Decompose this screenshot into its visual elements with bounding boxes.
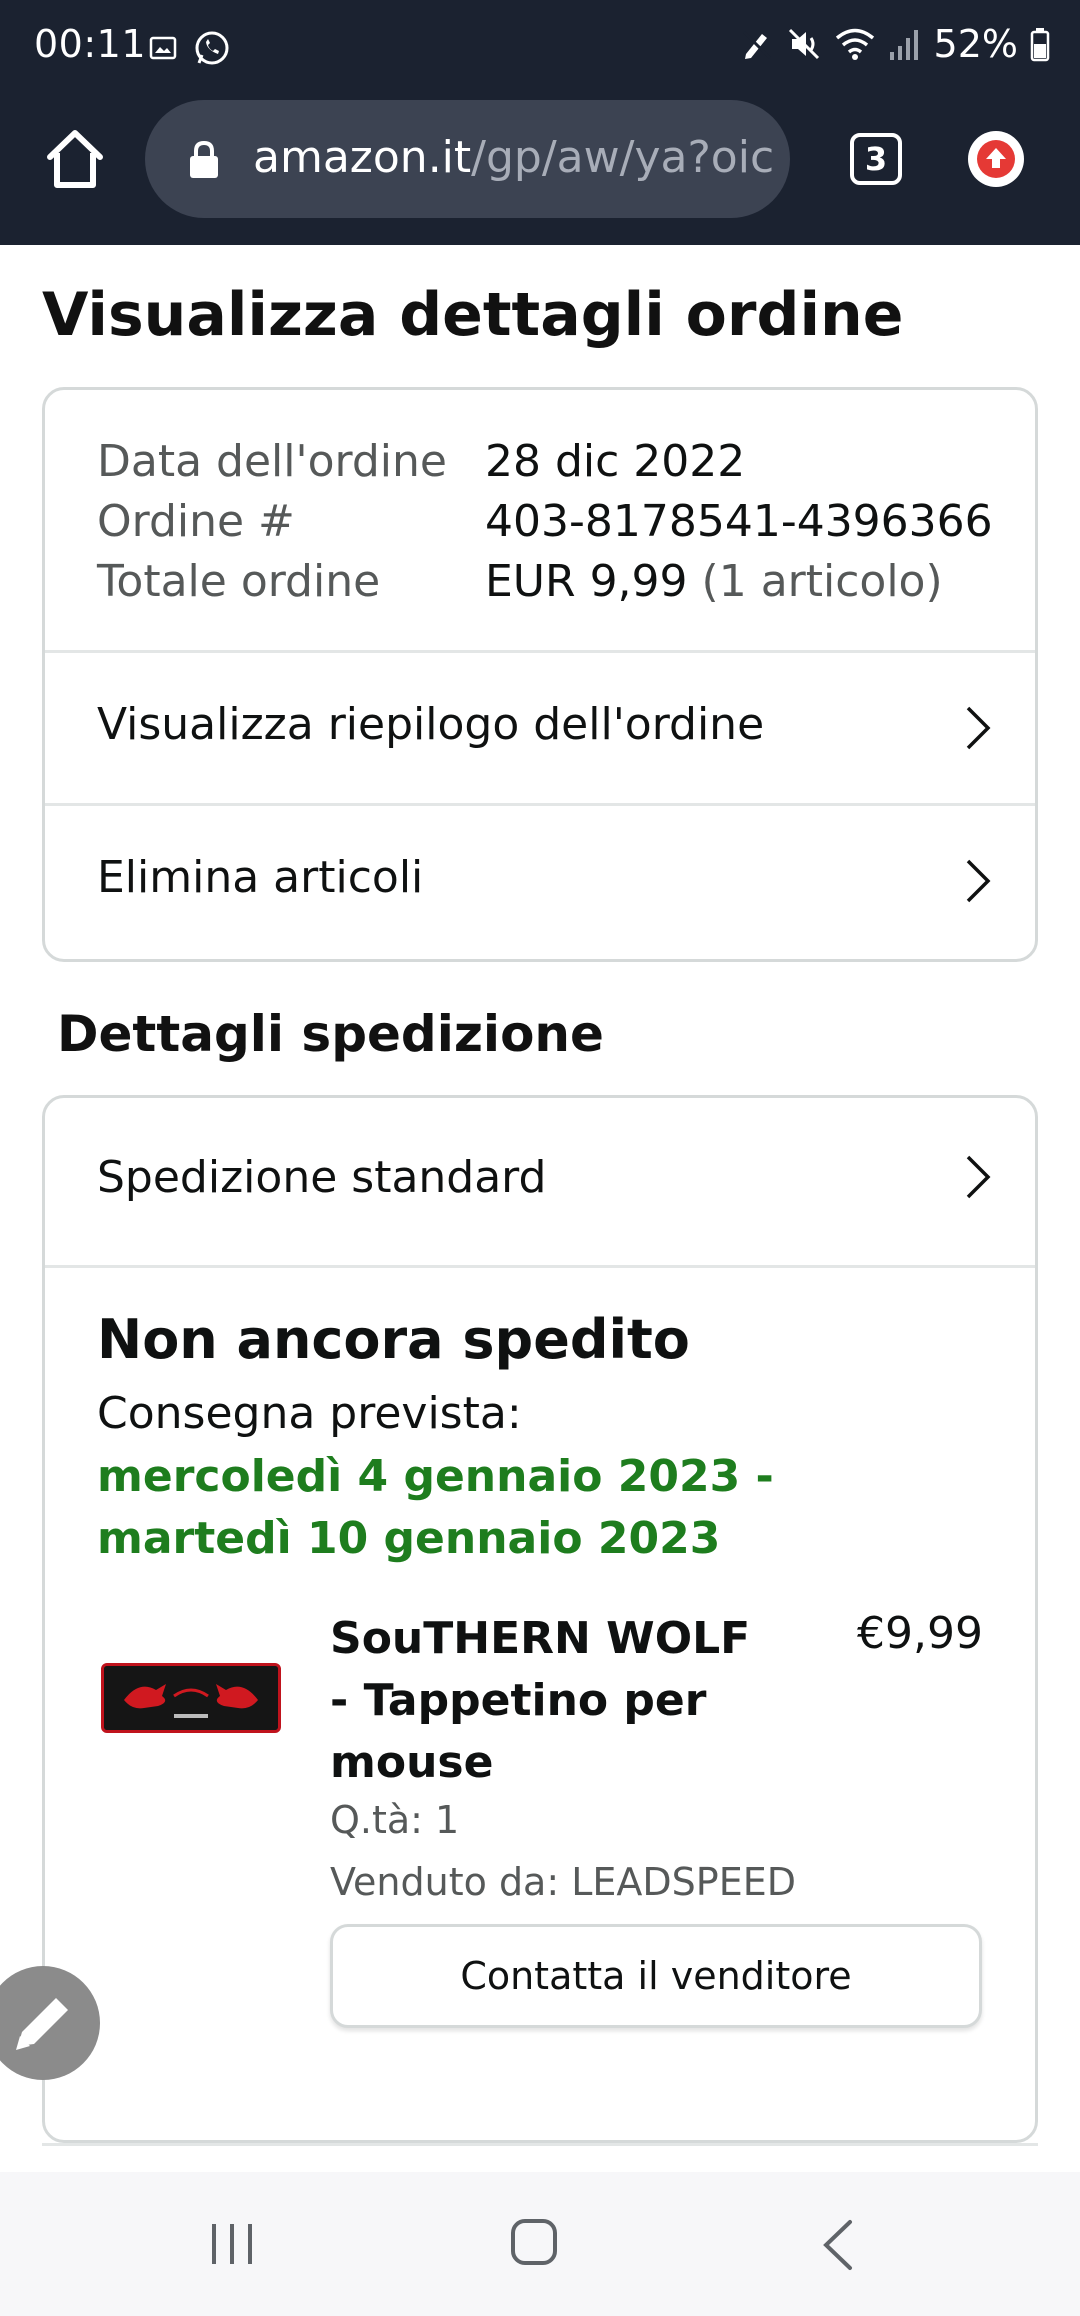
page-title: Visualizza dettagli ordine	[42, 280, 904, 350]
signal-icon	[889, 30, 918, 60]
delivery-label: Consegna prevista:	[97, 1388, 522, 1439]
product-image[interactable]	[101, 1663, 281, 1733]
mute-icon	[788, 28, 819, 60]
address-bar[interactable]: amazon.it/gp/aw/ya?oic	[145, 100, 790, 218]
status-bar: 00:11 52%	[0, 0, 1080, 95]
product-price: €9,99	[857, 1608, 983, 1659]
shipping-method-link[interactable]: Spedizione standard	[45, 1098, 1035, 1248]
browser-toolbar: amazon.it/gp/aw/ya?oic 3	[0, 95, 1080, 245]
battery-icon	[1030, 28, 1050, 62]
order-date-row: Data dell'ordine 28 dic 2022	[97, 432, 993, 492]
recent-apps-icon[interactable]	[208, 2220, 256, 2268]
edit-fab-button[interactable]	[0, 1966, 100, 2080]
product-title[interactable]: SouTHERN WOLF - Tappetino per mouse	[330, 1608, 760, 1794]
chevron-right-icon	[966, 1155, 991, 1199]
product-quantity: Q.tà: 1	[330, 1798, 460, 1842]
back-icon[interactable]	[820, 2218, 856, 2272]
order-number-row: Ordine # 403-8178541-4396366	[97, 492, 993, 552]
order-summary-label: Visualizza riepilogo dell'ordine	[97, 699, 765, 750]
url-text: amazon.it/gp/aw/ya?oic	[253, 132, 774, 183]
order-total-amount: EUR 9,99	[485, 556, 688, 607]
lock-icon	[190, 140, 218, 178]
shipping-method-label: Spedizione standard	[97, 1152, 547, 1203]
battery-percent: 52%	[933, 22, 1018, 66]
order-total-items: (1 articolo)	[701, 556, 943, 607]
shipping-card: Spedizione standard Non ancora spedito C…	[42, 1095, 1038, 2143]
order-date-value: 28 dic 2022	[485, 436, 746, 487]
home-icon[interactable]	[40, 125, 110, 195]
delete-items-label: Elimina articoli	[97, 852, 424, 903]
update-button[interactable]	[968, 131, 1024, 187]
order-total-value: EUR 9,99 (1 articolo)	[485, 552, 943, 612]
delivery-date-range: mercoledì 4 gennaio 2023 - martedì 10 ge…	[97, 1451, 774, 1564]
order-number-label: Ordine #	[97, 496, 295, 547]
delete-items-link[interactable]: Elimina articoli	[45, 806, 1035, 956]
shipping-section-title: Dettagli spedizione	[57, 1005, 604, 1063]
contact-seller-button[interactable]: Contatta il venditore	[330, 1924, 982, 2028]
system-nav-bar	[0, 2172, 1080, 2316]
order-date-label: Data dell'ordine	[97, 436, 447, 487]
home-nav-icon[interactable]	[510, 2218, 558, 2266]
divider	[45, 1265, 1035, 1268]
arrow-up-icon	[977, 140, 1015, 178]
chevron-right-icon	[966, 706, 991, 750]
mousepad-image-icon	[104, 1666, 278, 1730]
chevron-right-icon	[966, 859, 991, 903]
url-path: /gp/aw/ya?oic	[471, 132, 775, 183]
gallery-notification-icon	[149, 36, 177, 60]
whatsapp-icon	[195, 31, 229, 65]
order-number-value: 403-8178541-4396366	[485, 496, 993, 547]
order-info-card: Data dell'ordine 28 dic 2022 Ordine # 40…	[42, 387, 1038, 962]
status-time: 00:11	[34, 22, 147, 66]
divider	[42, 2143, 1038, 2146]
order-total-row: Totale ordine EUR 9,99 (1 articolo)	[97, 552, 993, 612]
tab-switcher-button[interactable]: 3	[850, 133, 902, 185]
pencil-icon	[16, 1998, 68, 2050]
order-info-grid: Data dell'ordine 28 dic 2022 Ordine # 40…	[97, 432, 993, 612]
wifi-icon	[835, 28, 874, 60]
product-seller: Venduto da: LEADSPEED	[330, 1860, 796, 1904]
order-total-label: Totale ordine	[97, 556, 381, 607]
shipment-status: Non ancora spedito	[97, 1308, 690, 1371]
order-summary-link[interactable]: Visualizza riepilogo dell'ordine	[45, 653, 1035, 803]
pen-off-icon	[742, 30, 771, 60]
url-host: amazon.it	[253, 132, 472, 183]
